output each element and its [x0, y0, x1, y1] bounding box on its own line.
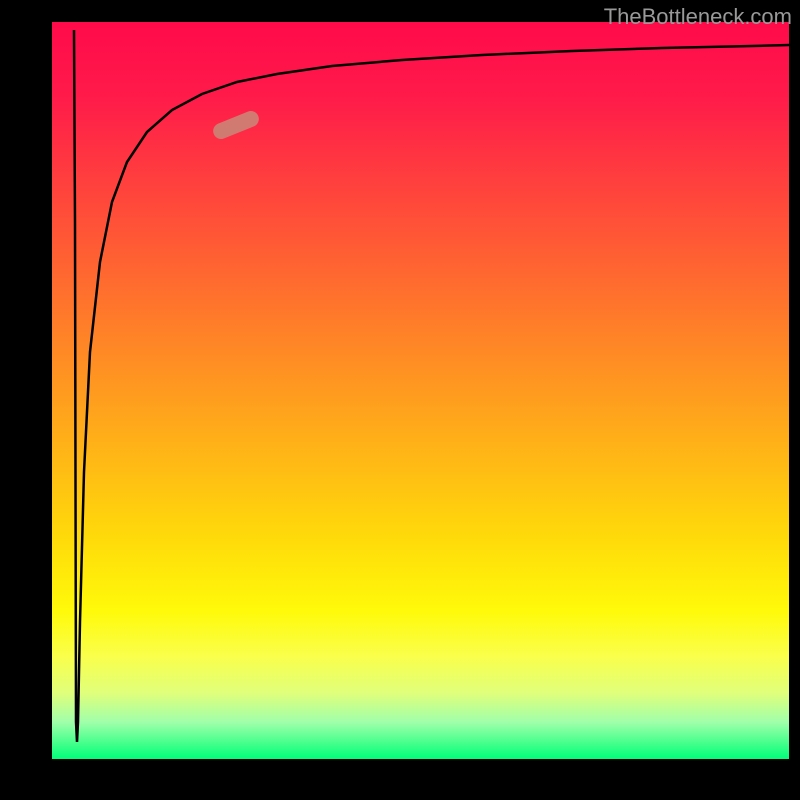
- highlight-marker: [211, 109, 261, 142]
- bottleneck-chart: [52, 22, 789, 759]
- watermark-text: TheBottleneck.com: [604, 4, 792, 30]
- bottleneck-curve-line: [74, 30, 789, 742]
